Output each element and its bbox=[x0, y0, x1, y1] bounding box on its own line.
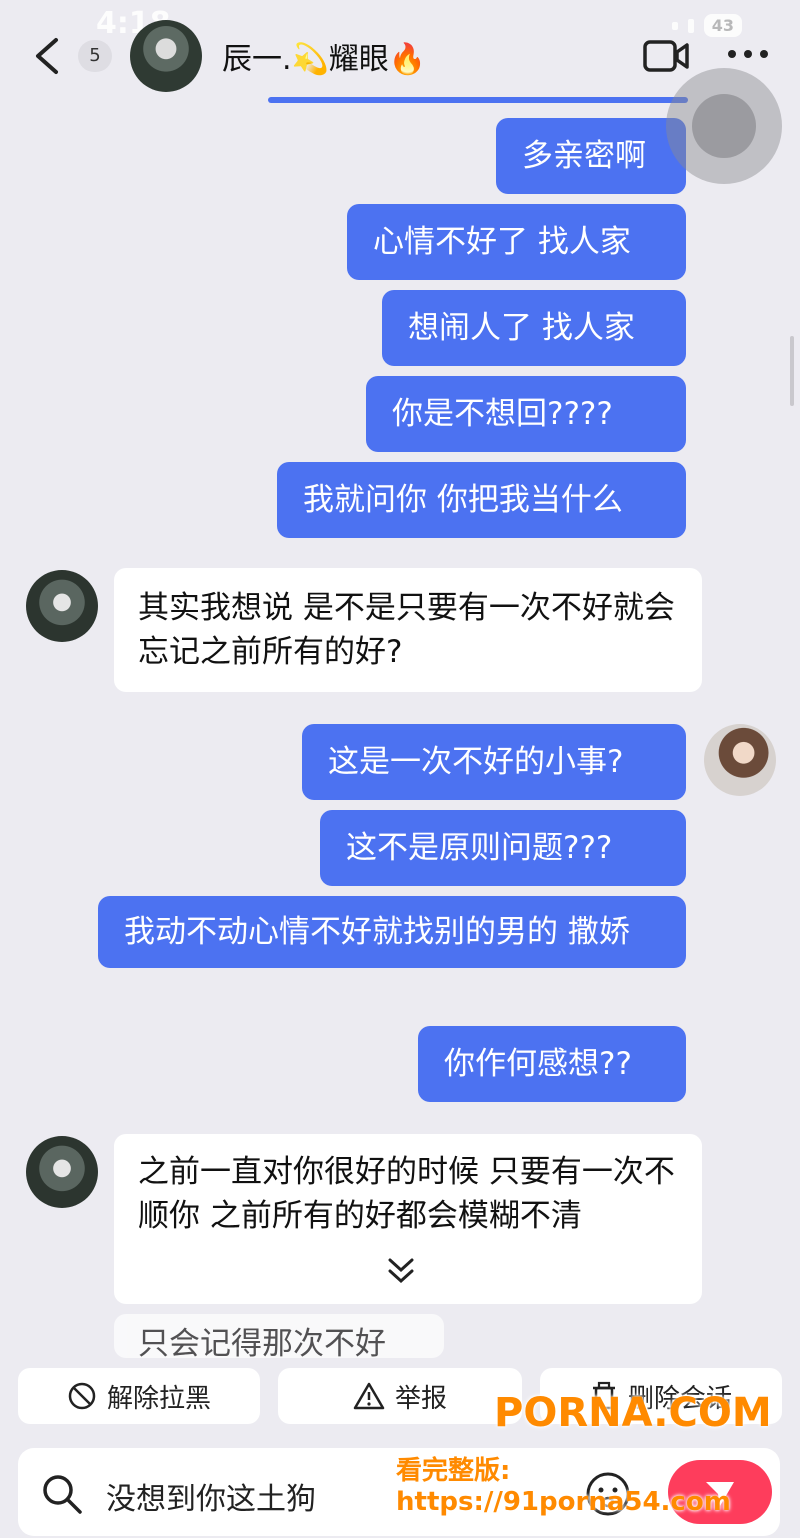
message-bubble-sent[interactable]: 想闹人了 找人家 bbox=[382, 290, 686, 366]
message-bubble-sent[interactable]: 你是不想回???? bbox=[366, 376, 686, 452]
contact-name[interactable]: 辰一.💫耀眼🔥 bbox=[222, 34, 426, 78]
battery-icon: 43 bbox=[703, 14, 742, 37]
my-avatar[interactable] bbox=[704, 724, 776, 796]
message-bubble-sent[interactable]: 多亲密啊 bbox=[496, 118, 686, 194]
more-options-icon[interactable] bbox=[726, 44, 770, 64]
contact-avatar-small[interactable] bbox=[26, 1136, 98, 1208]
message-bubble-received[interactable]: 其实我想说 是不是只要有一次不好就会忘记之前所有的好? bbox=[114, 568, 702, 692]
video-call-icon[interactable] bbox=[642, 38, 690, 74]
unread-count-badge[interactable]: 5 bbox=[78, 40, 112, 72]
message-bubble-sent[interactable]: 我动不动心情不好就找别的男的 撒娇 bbox=[98, 896, 686, 968]
unblock-button[interactable]: 解除拉黑 bbox=[18, 1368, 260, 1424]
signal-icon bbox=[671, 21, 678, 30]
message-bubble-received-partial[interactable]: 只会记得那次不好 bbox=[114, 1314, 444, 1358]
message-bubble-sent[interactable]: 这是一次不好的小事? bbox=[302, 724, 686, 800]
partial-bubble-edge bbox=[268, 97, 688, 103]
expand-chevron-icon[interactable] bbox=[384, 1254, 418, 1288]
search-icon[interactable] bbox=[40, 1472, 84, 1516]
watermark-url: 看完整版: https://91porna54.com bbox=[396, 1456, 731, 1517]
warning-icon bbox=[353, 1382, 385, 1410]
message-bubble-sent[interactable]: 我就问你 你把我当什么 bbox=[277, 462, 686, 538]
report-label: 举报 bbox=[394, 1383, 447, 1414]
contact-avatar[interactable] bbox=[130, 20, 202, 92]
prohibited-icon bbox=[68, 1382, 96, 1410]
message-bubble-sent[interactable]: 你作何感想?? bbox=[418, 1026, 686, 1102]
message-bubble-sent[interactable]: 这不是原则问题??? bbox=[320, 810, 686, 886]
contact-avatar-small[interactable] bbox=[26, 570, 98, 642]
watermark-brand: PORNA.COM bbox=[494, 1390, 772, 1436]
back-chevron-icon[interactable] bbox=[30, 36, 66, 76]
unblock-label: 解除拉黑 bbox=[106, 1383, 211, 1414]
message-bubble-sent[interactable]: 心情不好了 找人家 bbox=[347, 204, 686, 280]
status-icons: 43 bbox=[671, 14, 742, 37]
signal-bar bbox=[687, 18, 694, 33]
message-input[interactable]: 没想到你这土狗 bbox=[106, 1474, 316, 1518]
floating-assist-button[interactable] bbox=[666, 68, 782, 184]
report-button[interactable]: 举报 bbox=[278, 1368, 522, 1424]
scrollbar-thumb[interactable] bbox=[790, 336, 794, 406]
